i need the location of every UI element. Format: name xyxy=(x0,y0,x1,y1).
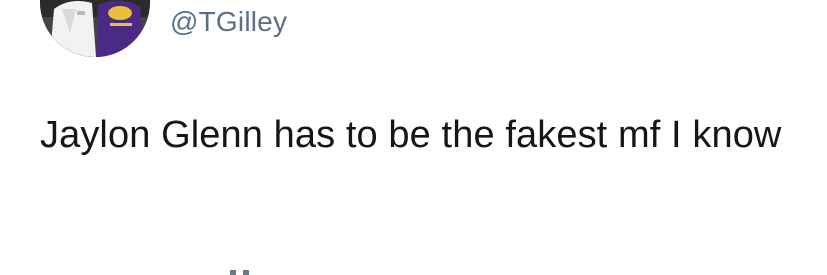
timestamp-partial xyxy=(70,266,290,275)
tweet-text: Jaylon Glenn has to be the fakest mf I k… xyxy=(40,114,782,156)
profile-photo-icon xyxy=(40,0,150,57)
avatar[interactable] xyxy=(40,0,150,57)
user-handle[interactable]: @TGilley xyxy=(170,4,287,40)
tweet-card: @TGilley Jaylon Glenn has to be the fake… xyxy=(0,0,827,275)
